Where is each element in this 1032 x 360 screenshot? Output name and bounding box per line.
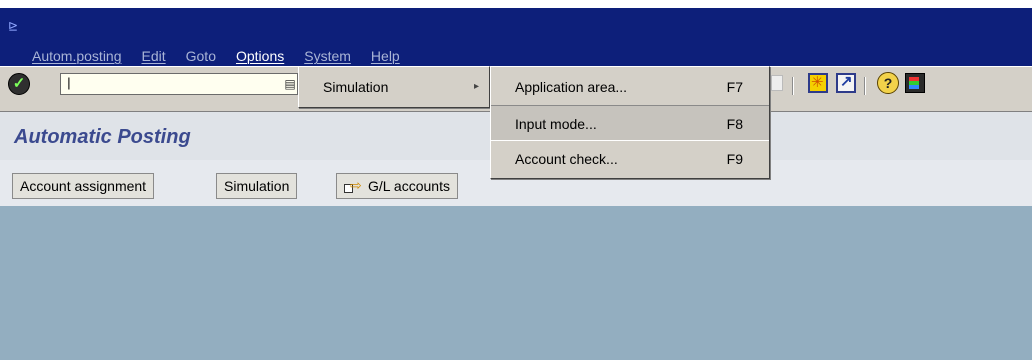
menu-options[interactable]: Options	[226, 44, 294, 68]
menu-item-label: Simulation	[323, 79, 389, 95]
options-menu-item-simulation[interactable]: Simulation ▸	[299, 69, 489, 105]
system-menu-icon[interactable]: ⊵	[8, 20, 18, 32]
command-field[interactable]: |	[60, 73, 298, 95]
gl-accounts-button[interactable]: G/L accounts	[336, 173, 458, 199]
submenu-item-account-check[interactable]: Account check... F9	[491, 141, 769, 177]
account-assignment-button[interactable]: Account assignment	[12, 173, 155, 199]
layout-menu-icon[interactable]	[905, 73, 925, 93]
gl-accounts-label: G/L accounts	[368, 178, 450, 194]
document-icon[interactable]	[771, 75, 783, 91]
menu-help[interactable]: Help	[361, 44, 410, 68]
create-session-icon[interactable]	[808, 73, 828, 93]
window-top-edge	[0, 0, 1032, 8]
options-menu: Simulation ▸	[298, 66, 490, 108]
generate-shortcut-icon[interactable]	[836, 72, 856, 93]
menu-system[interactable]: System	[294, 44, 361, 68]
submenu-item-application-area[interactable]: Application area... F7	[491, 69, 769, 105]
enter-checkmark-icon[interactable]: ✓	[8, 73, 30, 95]
toolbar-separator	[792, 77, 793, 95]
menu-item-label: Application area...	[515, 79, 628, 95]
simulation-submenu: Application area... F7 Input mode... F8 …	[490, 66, 770, 179]
submenu-arrow-icon: ▸	[473, 81, 479, 92]
menu-item-label: Account check...	[515, 151, 618, 167]
menu-bar: Autom.posting Edit Goto Options System H…	[22, 44, 410, 68]
help-icon[interactable]: ?	[877, 72, 899, 94]
content-area	[0, 206, 1032, 360]
menu-item-shortcut: F9	[726, 151, 743, 167]
dropdown-icon[interactable]: ▤	[284, 75, 296, 93]
menu-item-shortcut: F8	[726, 116, 743, 132]
submenu-item-input-mode[interactable]: Input mode... F8	[491, 105, 769, 141]
menu-autom-posting[interactable]: Autom.posting	[22, 44, 132, 68]
menu-item-label: Input mode...	[515, 116, 597, 132]
menu-edit[interactable]: Edit	[132, 44, 176, 68]
toolbar-separator	[864, 77, 865, 95]
menu-item-shortcut: F7	[726, 79, 743, 95]
menu-goto[interactable]: Goto	[176, 44, 226, 68]
window-titlebar: ⊵ Autom.posting Edit Goto Options System…	[0, 8, 1032, 66]
gl-accounts-icon	[344, 173, 362, 197]
simulation-button[interactable]: Simulation	[216, 173, 298, 199]
page-title: Automatic Posting	[14, 126, 191, 148]
